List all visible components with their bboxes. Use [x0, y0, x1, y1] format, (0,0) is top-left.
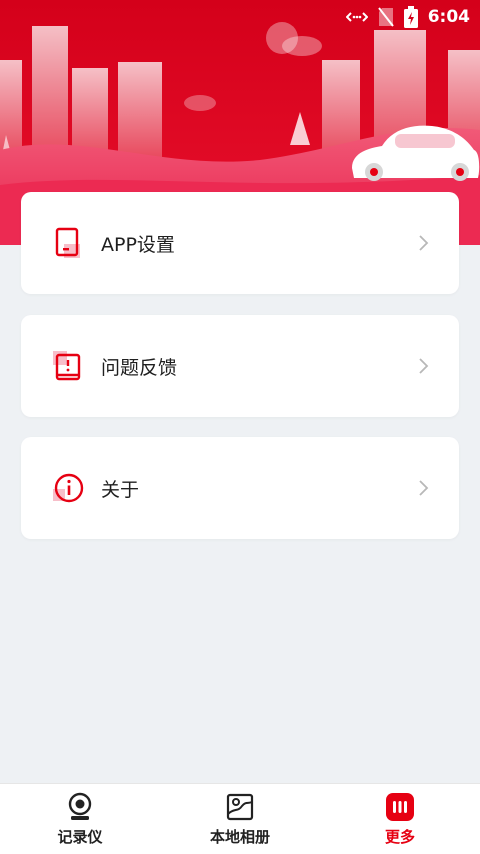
album-icon [226, 793, 254, 820]
status-bar: 6:04 [0, 0, 480, 34]
bottom-tab-bar: 记录仪 本地相册 更多 [0, 783, 480, 854]
menu-item-feedback[interactable]: 问题反馈 [21, 315, 459, 417]
feedback-book-icon [51, 349, 85, 383]
tab-label: 记录仪 [57, 827, 103, 846]
tab-recorder[interactable]: 记录仪 [20, 792, 140, 847]
chevron-right-icon [419, 480, 429, 496]
battery-charging-icon [403, 6, 418, 28]
chevron-right-icon [419, 358, 429, 374]
menu-item-app-settings[interactable]: APP设置 [21, 192, 459, 294]
more-dots-icon [386, 792, 414, 821]
tab-more[interactable]: 更多 [340, 792, 460, 847]
menu-item-about[interactable]: 关于 [21, 437, 459, 539]
status-time: 6:04 [427, 7, 470, 27]
tablet-settings-icon [51, 226, 85, 260]
menu-item-label: 问题反馈 [101, 356, 178, 379]
chevron-right-icon [419, 235, 429, 251]
tab-local-album[interactable]: 本地相册 [180, 792, 300, 847]
tab-label: 更多 [384, 827, 415, 846]
menu-item-label: 关于 [101, 478, 140, 501]
info-icon [51, 471, 85, 505]
dashcam-icon [68, 792, 92, 820]
network-arrows-icon [345, 9, 368, 25]
menu-item-label: APP设置 [101, 233, 175, 256]
no-sim-icon [377, 7, 394, 27]
tab-label: 本地相册 [209, 827, 270, 846]
